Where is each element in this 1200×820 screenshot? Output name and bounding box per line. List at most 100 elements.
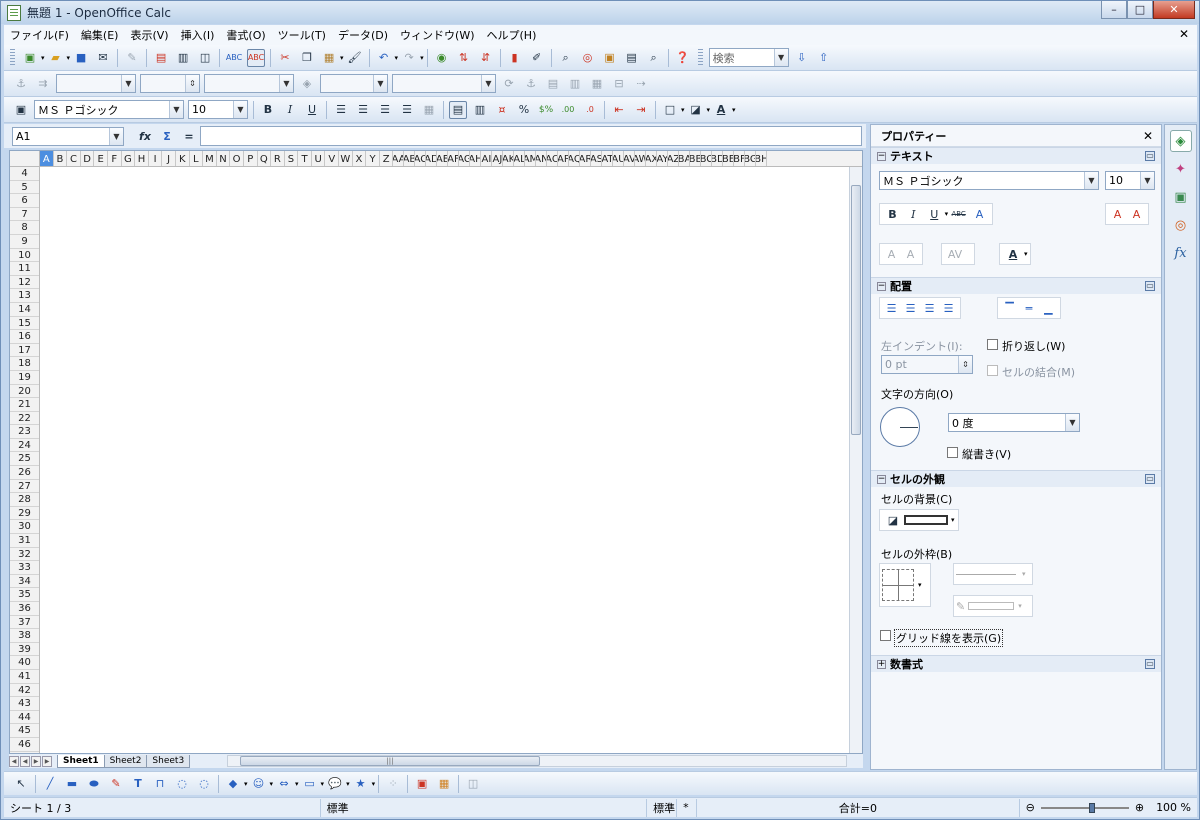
properties-tab-icon[interactable]: ◈ bbox=[1169, 130, 1192, 152]
strikethrough-icon[interactable]: ABC bbox=[950, 205, 967, 223]
sidebar-align-right-icon[interactable]: ☰ bbox=[922, 299, 937, 317]
row-header[interactable]: 14 bbox=[10, 303, 39, 317]
vertical-text-checkbox[interactable] bbox=[947, 447, 958, 458]
export-pdf-icon[interactable]: ▤ bbox=[152, 49, 170, 67]
chevron-down-icon[interactable]: ▼ bbox=[279, 75, 293, 92]
new-document-icon[interactable]: ▣ bbox=[21, 49, 39, 67]
align-objects-icon[interactable]: ⊟ bbox=[610, 75, 628, 93]
anchor-change-icon[interactable]: ⚓ bbox=[522, 75, 540, 93]
copy-icon[interactable]: ❐ bbox=[298, 49, 316, 67]
add-decimal-icon[interactable]: .00 bbox=[559, 101, 577, 119]
line-style-icon[interactable]: ⇉ bbox=[34, 75, 52, 93]
column-header[interactable]: BG bbox=[745, 151, 757, 166]
column-header[interactable]: L bbox=[190, 151, 204, 166]
row-header[interactable]: 43 bbox=[10, 697, 39, 711]
column-header[interactable]: BE bbox=[723, 151, 735, 166]
row-header[interactable]: 32 bbox=[10, 548, 39, 562]
anchor-icon[interactable]: ⚓ bbox=[12, 75, 30, 93]
align-left-icon[interactable]: ☰ bbox=[332, 101, 350, 119]
chart-icon[interactable]: ▮ bbox=[506, 49, 524, 67]
zoom-in-icon[interactable]: ⊕ bbox=[1135, 801, 1144, 814]
decrease-indent-icon[interactable]: ⇤ bbox=[610, 101, 628, 119]
extrusion-icon[interactable]: ◫ bbox=[464, 775, 482, 793]
row-header[interactable]: 9 bbox=[10, 235, 39, 249]
character-spacing-icon[interactable]: AV bbox=[946, 245, 964, 263]
column-header[interactable]: AC bbox=[415, 151, 427, 166]
find-replace-icon[interactable]: ⌕ bbox=[557, 49, 575, 67]
function-button[interactable]: = bbox=[180, 127, 198, 145]
column-header[interactable]: BC bbox=[701, 151, 713, 166]
row-header[interactable]: 34 bbox=[10, 575, 39, 589]
align-bottom-icon[interactable]: ▁ bbox=[1041, 299, 1056, 317]
column-header[interactable]: M bbox=[203, 151, 217, 166]
column-header[interactable]: U bbox=[312, 151, 326, 166]
select-mode-icon[interactable]: ⇢ bbox=[632, 75, 650, 93]
row-header[interactable]: 25 bbox=[10, 452, 39, 467]
column-header[interactable]: AE bbox=[437, 151, 449, 166]
freeform-icon[interactable]: ✎ bbox=[107, 775, 125, 793]
delete-decimal-icon[interactable]: .0 bbox=[581, 101, 599, 119]
styles-icon[interactable]: ▣ bbox=[12, 101, 30, 119]
minimize-button[interactable]: – bbox=[1101, 1, 1127, 19]
column-header[interactable]: AP bbox=[558, 151, 570, 166]
area-style-combo[interactable]: ▼ bbox=[320, 74, 388, 93]
area-icon[interactable]: ◈ bbox=[298, 75, 316, 93]
row-header[interactable]: 45 bbox=[10, 724, 39, 738]
column-header[interactable]: AA bbox=[393, 151, 405, 166]
spreadsheet-grid[interactable]: ABCDEFGHIJKLMNOPQRSTUVWXYZAAABACADAEAFAG… bbox=[9, 150, 863, 754]
sheet-tab-2[interactable]: Sheet2 bbox=[103, 754, 148, 768]
row-header[interactable]: 20 bbox=[10, 385, 39, 399]
row-header[interactable]: 28 bbox=[10, 493, 39, 507]
row-header[interactable]: 7 bbox=[10, 208, 39, 222]
row-header[interactable]: 22 bbox=[10, 412, 39, 426]
column-header[interactable]: BF bbox=[734, 151, 746, 166]
column-header[interactable]: AM bbox=[525, 151, 537, 166]
text-direction-lr-icon[interactable]: ▤ bbox=[449, 100, 467, 119]
column-header[interactable]: BA bbox=[679, 151, 691, 166]
zoom-slider[interactable]: ⊖ ⊕ bbox=[1020, 799, 1150, 817]
column-header[interactable]: AR bbox=[580, 151, 592, 166]
column-header[interactable]: E bbox=[94, 151, 108, 166]
fontwork-gallery-icon[interactable]: ▣ bbox=[413, 775, 431, 793]
column-header[interactable]: AL bbox=[514, 151, 526, 166]
close-document-button[interactable]: ✕ bbox=[1179, 27, 1189, 41]
expand-icon[interactable]: + bbox=[877, 659, 886, 669]
points-icon[interactable]: ⁘ bbox=[384, 775, 402, 793]
font-size-combo[interactable]: 10 ▼ bbox=[188, 100, 248, 119]
column-header[interactable]: AU bbox=[613, 151, 625, 166]
alignment-section-header[interactable]: − 配置 ▭ bbox=[871, 277, 1161, 294]
row-header[interactable]: 11 bbox=[10, 262, 39, 276]
zoom-out-icon[interactable]: ⊖ bbox=[1026, 801, 1035, 814]
column-header[interactable]: AX bbox=[646, 151, 658, 166]
data-sources-icon[interactable]: ▤ bbox=[623, 49, 641, 67]
row-header[interactable]: 39 bbox=[10, 643, 39, 657]
styles-tab-icon[interactable]: ✦ bbox=[1170, 158, 1192, 180]
row-header[interactable]: 42 bbox=[10, 684, 39, 698]
column-header[interactable]: Q bbox=[258, 151, 272, 166]
chevron-down-icon[interactable]: ▼ bbox=[233, 101, 247, 118]
line-color-combo[interactable]: ▼ bbox=[204, 74, 294, 93]
save-icon[interactable]: ■ bbox=[72, 49, 90, 67]
column-header[interactable]: C bbox=[67, 151, 81, 166]
column-header[interactable]: BD bbox=[712, 151, 724, 166]
row-header[interactable]: 8 bbox=[10, 221, 39, 235]
select-all-corner[interactable] bbox=[10, 151, 40, 166]
sidebar-justify-icon[interactable]: ☰ bbox=[941, 299, 956, 317]
row-header[interactable]: 10 bbox=[10, 249, 39, 263]
background-color-picker[interactable]: ◪ ▾ bbox=[879, 509, 959, 531]
sheet-tab-1[interactable]: Sheet1 bbox=[57, 754, 105, 768]
chevron-down-icon[interactable]: ▼ bbox=[773, 49, 788, 66]
insert-mode[interactable]: 標準 bbox=[647, 798, 678, 817]
column-header[interactable]: D bbox=[81, 151, 95, 166]
menu-help[interactable]: ヘルプ(H) bbox=[481, 27, 543, 43]
collapse-icon[interactable]: − bbox=[877, 281, 886, 291]
chevron-down-icon[interactable]: ▼ bbox=[481, 75, 495, 92]
row-header[interactable]: 4 bbox=[10, 167, 39, 181]
row-header[interactable]: 18 bbox=[10, 357, 39, 371]
hyperlink-icon[interactable]: ◉ bbox=[433, 49, 451, 67]
spellcheck-icon[interactable]: ABC bbox=[225, 49, 243, 67]
left-indent-spin[interactable]: 0 pt ⇕ bbox=[881, 355, 973, 374]
font-color-icon[interactable]: A bbox=[712, 101, 730, 119]
column-header[interactable]: W bbox=[339, 151, 353, 166]
zoom-track[interactable] bbox=[1040, 802, 1129, 813]
